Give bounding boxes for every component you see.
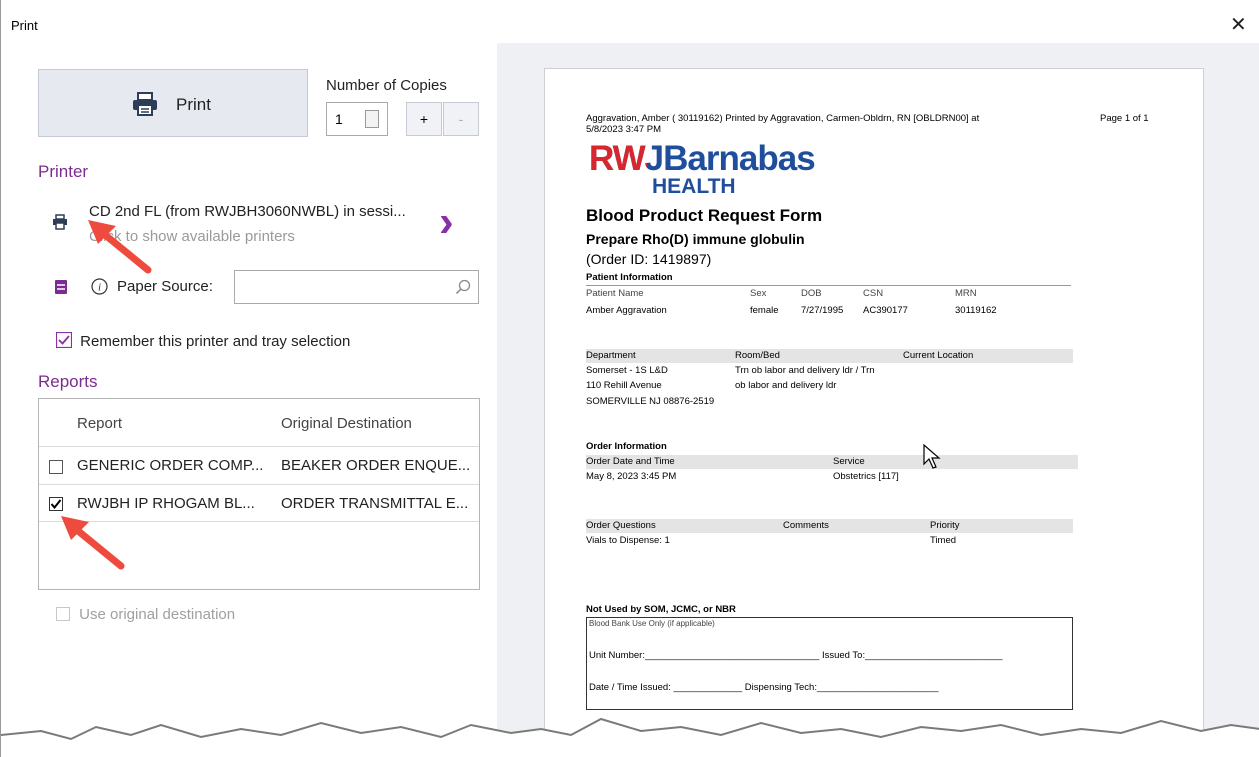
patient-info-heading: Patient Information xyxy=(586,272,673,283)
reports-heading: Reports xyxy=(38,372,98,391)
question-val: Vials to Dispense: 1 xyxy=(586,535,670,546)
copies-value: 1 xyxy=(335,111,343,127)
report-destination: BEAKER ORDER ENQUE... xyxy=(281,457,471,474)
order-val: Obstetrics [117] xyxy=(833,471,899,482)
preview-header-line2: 5/8/2023 3:47 PM xyxy=(586,124,661,135)
mouse-cursor-icon xyxy=(923,444,941,469)
unit-line: Unit Number:____________________________… xyxy=(589,650,1003,661)
chevron-right-icon[interactable]: › xyxy=(439,200,454,244)
order-col: Order Date and Time xyxy=(586,456,675,467)
checkbox-unchecked-icon xyxy=(49,460,63,474)
question-col: Order Questions xyxy=(586,520,656,531)
checkbox-disabled-icon xyxy=(56,607,70,621)
copies-label: Number of Copies xyxy=(326,77,447,94)
room-line: Trn ob labor and delivery ldr / Trn xyxy=(735,365,875,376)
logo-text-red: RWJBarnabas xyxy=(589,139,647,178)
order-col: Service xyxy=(833,456,865,467)
patient-val: AC390177 xyxy=(863,305,908,316)
torn-edge xyxy=(1,717,1259,757)
title-bar: Print ✕ xyxy=(1,0,1259,40)
checkbox-checked-icon xyxy=(49,497,63,511)
order-val: May 8, 2023 3:45 PM xyxy=(586,471,677,482)
form-subtitle: Prepare Rho(D) immune globulin xyxy=(586,231,805,247)
logo-subtext: HEALTH xyxy=(652,175,736,198)
annotation-arrow-icon xyxy=(88,220,152,274)
question-val: Timed xyxy=(930,535,957,546)
copies-plus-button[interactable]: + xyxy=(406,102,442,136)
patient-val: Amber Aggravation xyxy=(586,305,667,316)
patient-col: Patient Name xyxy=(586,288,644,299)
printer-icon xyxy=(132,92,158,121)
column-header-report[interactable]: Report xyxy=(77,415,122,432)
paper-source-input[interactable] xyxy=(234,270,479,304)
annotation-arrow-icon xyxy=(61,516,125,570)
blood-bank-box: Blood Bank Use Only (if applicable) Unit… xyxy=(586,617,1073,710)
form-title: Blood Product Request Form xyxy=(586,206,823,225)
copies-input[interactable]: 1 xyxy=(326,102,388,136)
row-checkbox[interactable] xyxy=(49,459,63,477)
question-col: Priority xyxy=(930,520,960,531)
patient-val: 30119162 xyxy=(955,305,997,316)
checkbox-checked-icon xyxy=(55,331,73,349)
date-line: Date / Time Issued: _____________ Dispen… xyxy=(589,682,939,693)
column-header-destination[interactable]: Original Destination xyxy=(281,415,412,432)
table-row[interactable]: GENERIC ORDER COMP... BEAKER ORDER ENQUE… xyxy=(39,446,479,484)
copies-minus-button[interactable]: - xyxy=(443,102,479,136)
dept-line: SOMERVILLE NJ 08876-2519 xyxy=(586,396,715,407)
report-name: RWJBH IP RHOGAM BL... xyxy=(77,495,255,512)
report-name: GENERIC ORDER COMP... xyxy=(77,457,264,474)
print-button[interactable]: Print xyxy=(38,69,308,137)
report-destination: ORDER TRANSMITTAL E... xyxy=(281,495,469,512)
printer-small-icon xyxy=(52,214,68,235)
info-icon[interactable]: i xyxy=(91,278,108,300)
preview-page-number: Page 1 of 1 xyxy=(1100,113,1149,124)
preview-page: Aggravation, Amber ( 30119162) Printed b… xyxy=(544,68,1204,757)
print-dialog: Print ✕ Print Number of Copies 1 + - Pri… xyxy=(0,0,1259,757)
patient-col: CSN xyxy=(863,288,884,299)
use-original-destination-checkbox[interactable]: Use original destination xyxy=(56,606,235,623)
use-original-label: Use original destination xyxy=(79,606,236,623)
tray-icon xyxy=(54,279,68,300)
preview-header-line1: Aggravation, Amber ( 30119162) Printed b… xyxy=(586,113,980,124)
svg-text:i: i xyxy=(98,282,101,294)
paper-source-label: Paper Source: xyxy=(117,278,213,295)
search-icon[interactable] xyxy=(455,279,471,300)
close-icon[interactable]: ✕ xyxy=(1230,15,1247,35)
not-used-heading: Not Used by SOM, JCMC, or NBR xyxy=(586,604,736,615)
calculator-icon[interactable] xyxy=(365,110,379,128)
room-line: ob labor and delivery ldr xyxy=(735,380,837,391)
remember-label: Remember this printer and tray selection xyxy=(80,333,351,350)
patient-col: DOB xyxy=(801,288,822,299)
patient-val: 7/27/1995 xyxy=(801,305,844,316)
dept-col: Current Location xyxy=(903,350,974,361)
patient-val: female xyxy=(750,305,779,316)
remember-printer-checkbox[interactable]: Remember this printer and tray selection xyxy=(55,331,351,350)
printer-heading: Printer xyxy=(38,162,89,181)
order-id: (Order ID: 1419897) xyxy=(586,251,712,267)
patient-col: Sex xyxy=(750,288,767,299)
dept-col: Department xyxy=(586,350,636,361)
dept-col: Room/Bed xyxy=(735,350,780,361)
order-info-heading: Order Information xyxy=(586,441,667,452)
patient-col: MRN xyxy=(955,288,977,299)
print-button-label: Print xyxy=(176,95,211,114)
dept-line: Somerset - 1S L&D xyxy=(586,365,668,376)
dept-line: 110 Rehill Avenue xyxy=(586,380,662,391)
bb-note: Blood Bank Use Only (if applicable) xyxy=(589,619,715,628)
window-title: Print xyxy=(11,18,38,33)
question-col: Comments xyxy=(783,520,829,531)
